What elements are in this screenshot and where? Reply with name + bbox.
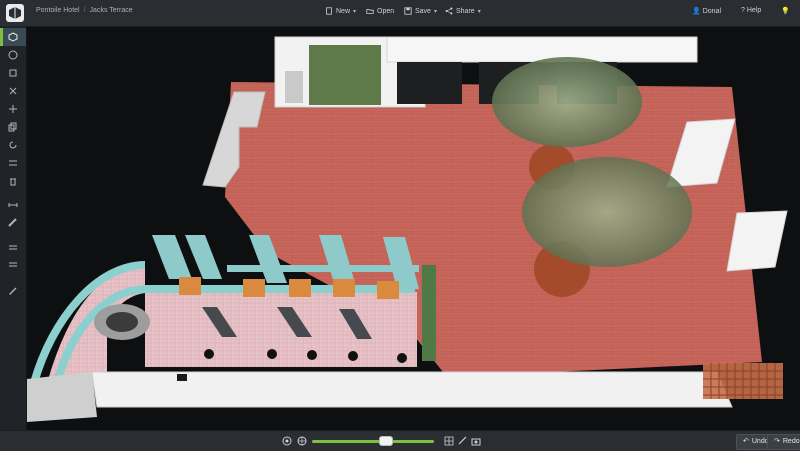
new-icon	[326, 7, 332, 15]
tool-layers-up[interactable]	[0, 238, 26, 256]
chevron-down-icon: ▾	[477, 8, 481, 15]
breadcrumb-separator: /	[83, 7, 86, 14]
top-bar: Pontoile Hotel / Jacks Terrace New ▾ Open S…	[0, 0, 800, 27]
time-slider[interactable]	[312, 440, 434, 443]
tool-move[interactable]	[0, 100, 26, 118]
open-menu-label: Open	[377, 7, 395, 15]
new-menu[interactable]: New ▾	[325, 7, 356, 15]
tool-swap[interactable]	[0, 154, 26, 172]
undo-icon: ↶	[743, 438, 749, 445]
tool-rotate[interactable]	[0, 136, 26, 154]
tool-edit[interactable]	[0, 282, 26, 300]
share-icon	[445, 7, 453, 15]
globe-icon[interactable]	[297, 436, 307, 446]
hedge	[422, 265, 436, 361]
front-wall	[91, 371, 733, 408]
palette-icon	[8, 50, 18, 60]
fire-pit-center	[106, 312, 138, 332]
measure-icon	[8, 203, 18, 207]
tool-copy[interactable]	[0, 118, 26, 136]
terrace-scene[interactable]	[27, 27, 800, 430]
chevron-down-icon: ▾	[353, 8, 357, 15]
back-wall-top	[386, 36, 698, 63]
target-icon[interactable]	[282, 436, 292, 446]
share-menu[interactable]: Share ▾	[445, 7, 481, 15]
tool-layers-down[interactable]	[0, 256, 26, 274]
user-menu[interactable]: 👤 Donal	[692, 7, 721, 15]
save-menu[interactable]: Save ▾	[404, 7, 437, 15]
tool-measure[interactable]	[0, 196, 26, 214]
chevron-down-icon: ▾	[433, 8, 437, 15]
swap-icon	[9, 160, 17, 166]
user-menu-group: 👤 Donal ? Help 💡	[692, 7, 790, 15]
tool-select[interactable]	[0, 64, 26, 82]
share-menu-label: Share	[456, 7, 475, 15]
layers-icon	[9, 262, 17, 267]
redo-icon: ↷	[774, 438, 780, 445]
measure-icon[interactable]	[458, 436, 468, 446]
right-partition-2	[726, 210, 788, 272]
tool-3d-view[interactable]	[0, 28, 26, 46]
bulb-icon[interactable]: 💡	[781, 7, 790, 15]
tool-ruler[interactable]	[0, 214, 26, 232]
grid-icon[interactable]	[444, 436, 454, 446]
user-icon: 👤	[692, 8, 701, 15]
layers-icon	[9, 245, 17, 250]
tree-2	[522, 157, 692, 267]
tool-sidebar	[0, 26, 27, 430]
back-window-1	[397, 62, 462, 104]
open-menu[interactable]: Open	[366, 7, 394, 15]
cube-icon	[8, 32, 18, 42]
breadcrumb: Pontoile Hotel / Jacks Terrace	[36, 7, 133, 14]
breadcrumb-project[interactable]: Pontoile Hotel	[36, 7, 80, 14]
help-icon: ?	[741, 7, 745, 14]
save-menu-label: Save	[415, 7, 431, 15]
rotate-icon	[9, 141, 17, 149]
trash-icon	[10, 178, 16, 186]
ruler-icon	[8, 218, 17, 227]
tree-1	[492, 57, 642, 147]
open-icon	[366, 9, 374, 14]
help-menu[interactable]: ? Help	[741, 7, 761, 15]
wall-opening	[177, 374, 187, 381]
tool-materials[interactable]	[0, 46, 26, 64]
help-label: Help	[746, 7, 762, 14]
bottom-bar: ↶ Undo ↷ Redo	[0, 430, 800, 451]
redo-button[interactable]: ↷ Redo	[767, 434, 800, 450]
close-icon	[9, 87, 17, 95]
lattice	[703, 363, 783, 399]
select-box-icon	[9, 69, 17, 77]
pencil-icon	[9, 287, 17, 295]
breadcrumb-page[interactable]: Jacks Terrace	[90, 7, 133, 14]
redo-label: Redo	[782, 438, 800, 445]
green-wall	[309, 45, 381, 105]
new-menu-label: New	[336, 7, 351, 15]
user-name: Donal	[702, 8, 722, 15]
logo-icon[interactable]	[6, 4, 24, 22]
copy-icon	[8, 122, 17, 132]
tool-delete[interactable]	[0, 82, 26, 100]
3d-viewport[interactable]	[27, 27, 800, 430]
time-slider-thumb[interactable]	[380, 437, 392, 445]
save-icon	[404, 7, 412, 15]
tool-delete-bin[interactable]	[0, 172, 26, 190]
door	[285, 71, 303, 103]
camera-icon[interactable]	[471, 436, 481, 446]
gravel-corner	[27, 372, 97, 422]
move-icon	[9, 105, 17, 113]
